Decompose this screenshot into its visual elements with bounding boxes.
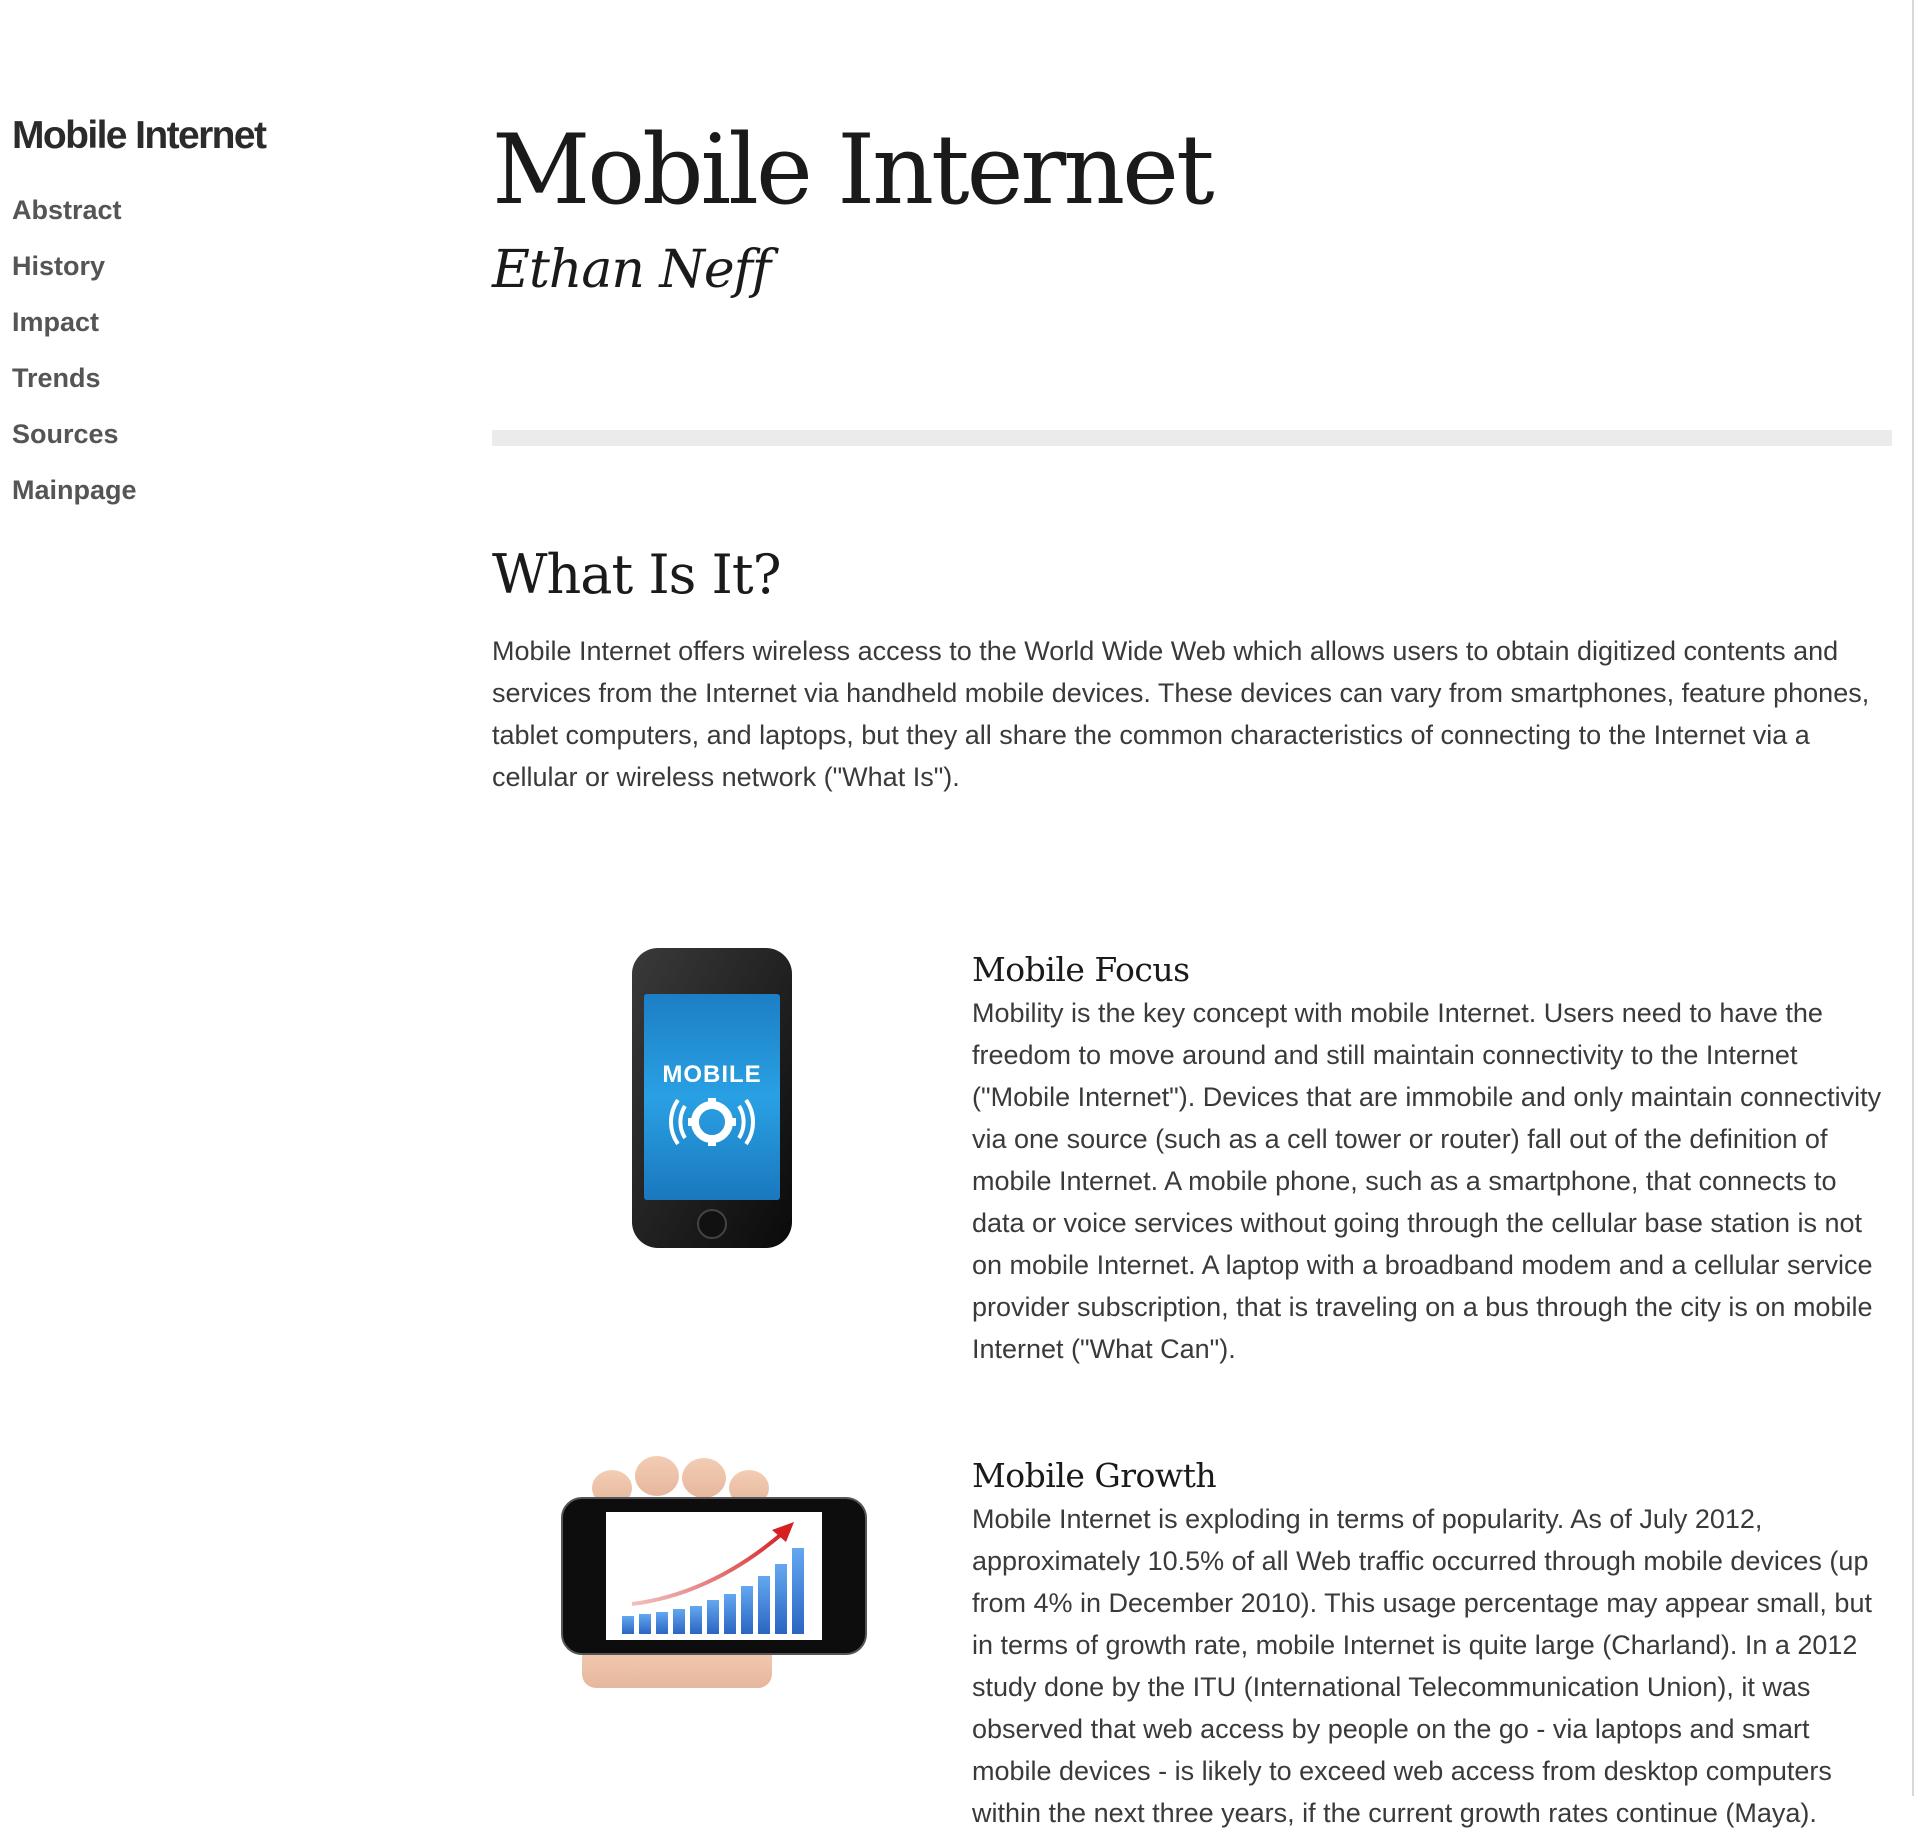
phone-screen-label: MOBILE — [662, 1061, 761, 1088]
nav-link-abstract[interactable]: Abstract — [12, 192, 122, 228]
nav-item-impact: Impact — [12, 304, 392, 360]
feature-text: Mobile Focus Mobility is the key concept… — [972, 948, 1892, 1370]
nav-link-history[interactable]: History — [12, 248, 105, 284]
section-heading: What Is It? — [492, 543, 782, 606]
feature-title: Mobile Growth — [972, 1456, 1217, 1495]
growth-chart-phone-icon — [561, 1456, 867, 1688]
nav-item-mainpage: Mainpage — [12, 472, 392, 528]
feature-body: Mobility is the key concept with mobile … — [972, 998, 1882, 1364]
growth-phone-image — [492, 1454, 962, 1699]
feature-body: Mobile Internet is exploding in terms of… — [972, 1504, 1872, 1828]
sidebar: Mobile Internet Abstract History Impact … — [12, 112, 392, 528]
nav-item-sources: Sources — [12, 416, 392, 472]
feature-title: Mobile Focus — [972, 950, 1190, 989]
main-content: Mobile Internet Ethan Neff What Is It? M… — [492, 110, 1892, 1828]
site-title: Mobile Internet — [12, 114, 267, 157]
nav-link-trends[interactable]: Trends — [12, 360, 101, 396]
nav-item-history: History — [12, 248, 392, 304]
home-button — [697, 1209, 727, 1239]
nav-link-sources[interactable]: Sources — [12, 416, 119, 452]
nav-link-impact[interactable]: Impact — [12, 304, 99, 340]
sidebar-nav: Abstract History Impact Trends Sources M… — [12, 192, 392, 528]
intro-paragraph: Mobile Internet offers wireless access t… — [492, 636, 1870, 792]
nav-item-abstract: Abstract — [12, 192, 392, 248]
header-divider — [492, 430, 1892, 446]
mobile-phone-image: MOBILE — [492, 948, 962, 1263]
page-title: Mobile Internet — [492, 114, 1215, 226]
author-name: Ethan Neff — [492, 240, 771, 300]
nav-link-mainpage[interactable]: Mainpage — [12, 472, 137, 508]
nav-item-trends: Trends — [12, 360, 392, 416]
feature-text: Mobile Growth Mobile Internet is explodi… — [972, 1454, 1892, 1834]
phone-screen — [644, 994, 780, 1200]
smartphone-icon: MOBILE — [632, 948, 792, 1248]
